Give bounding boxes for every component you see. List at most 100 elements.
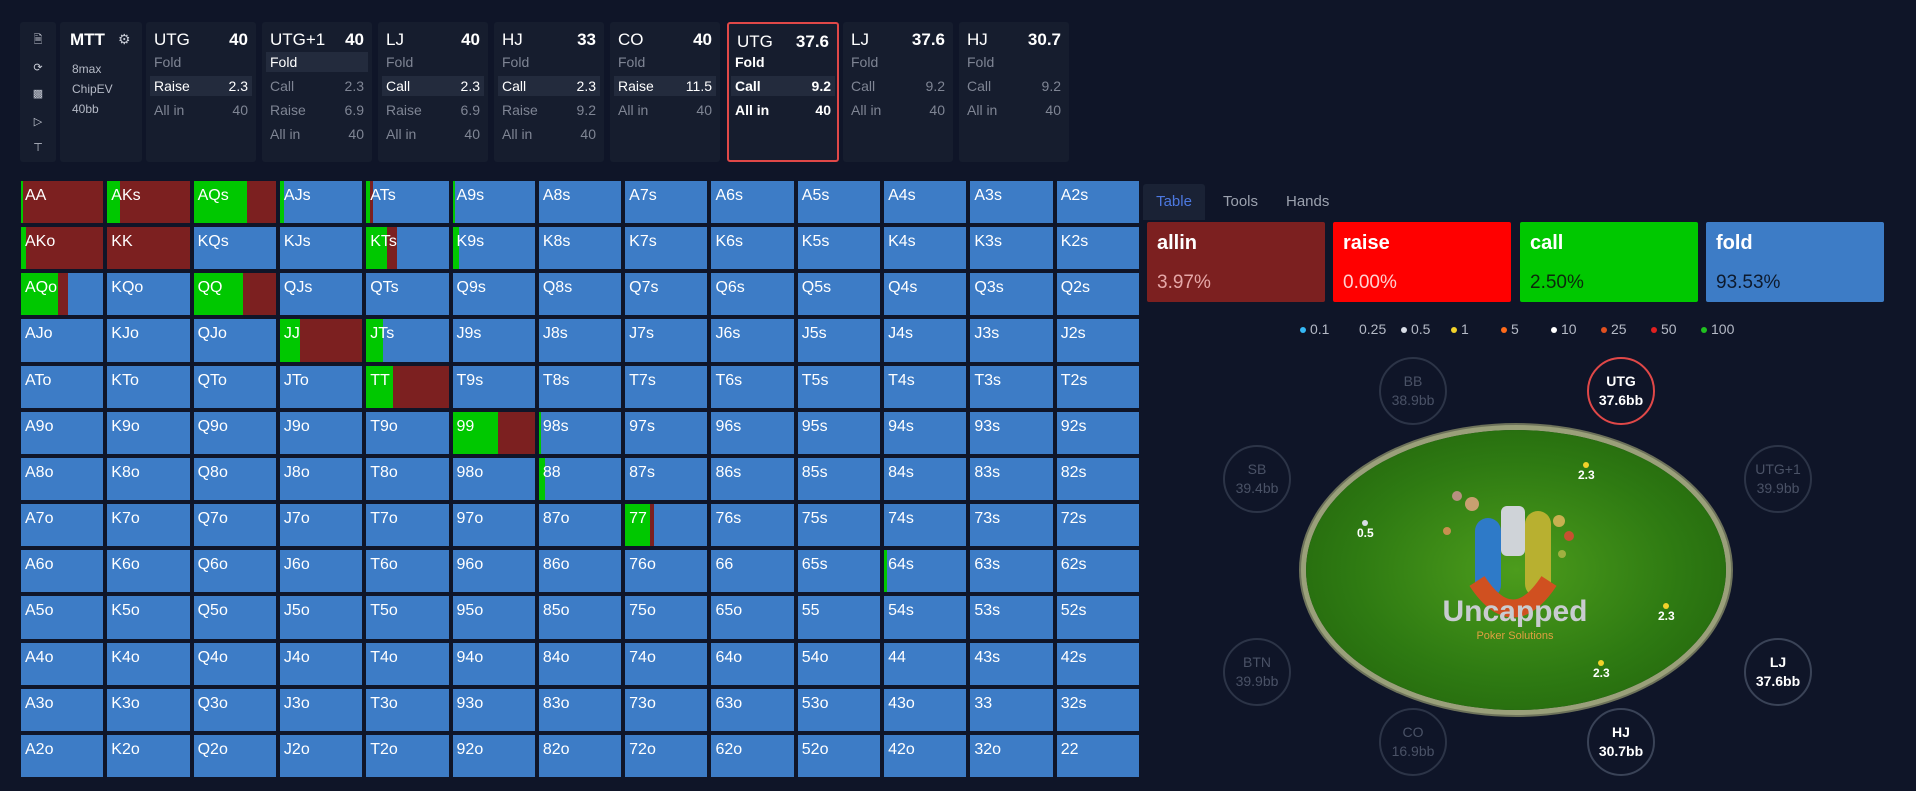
action-option[interactable]: All in 40 [963,100,1065,120]
save-icon[interactable]: ▩ [30,86,46,102]
hand-cell-Q4o[interactable]: Q4o [193,642,276,685]
action-option[interactable]: All in 40 [731,100,835,120]
hand-cell-62s[interactable]: 62s [1056,550,1139,593]
hand-cell-A8o[interactable]: A8o [21,457,104,501]
position-card-co[interactable]: CO 40 Fold Raise 11.5 All in 40 [610,22,720,162]
action-option[interactable]: All in 40 [498,124,600,144]
action-option[interactable]: Raise 6.9 [382,100,484,120]
hand-cell-K6s[interactable]: K6s [711,227,794,270]
hand-cell-T4s[interactable]: T4s [884,365,967,408]
hand-cell-96o[interactable]: 96o [452,550,535,593]
hand-cell-53s[interactable]: 53s [970,596,1053,639]
hand-cell-54s[interactable]: 54s [884,596,967,639]
hand-cell-K7o[interactable]: K7o [107,504,190,547]
hand-cell-76o[interactable]: 76o [625,550,708,593]
hand-cell-76s[interactable]: 76s [711,504,794,547]
action-option[interactable]: All in 40 [266,124,368,144]
hand-cell-22[interactable]: 22 [1056,734,1139,777]
hand-cell-QJo[interactable]: QJo [193,319,276,362]
action-option[interactable]: All in 40 [614,100,716,120]
hand-cell-84o[interactable]: 84o [538,642,622,685]
hand-cell-K5s[interactable]: K5s [797,227,881,270]
hand-cell-Q2s[interactable]: Q2s [1056,273,1139,316]
position-card-lj[interactable]: LJ 40 Fold Call 2.3 Raise 6.9 All in 40 [378,22,488,162]
hand-cell-Q8s[interactable]: Q8s [538,273,622,316]
hand-cell-ATs[interactable]: ATs [366,181,449,224]
hand-cell-K9o[interactable]: K9o [107,411,190,454]
hand-cell-A4o[interactable]: A4o [21,642,104,685]
hand-cell-32o[interactable]: 32o [970,734,1053,777]
hand-cell-AQs[interactable]: AQs [193,181,276,224]
hand-cell-96s[interactable]: 96s [711,411,794,454]
hand-cell-84s[interactable]: 84s [884,457,967,501]
hand-cell-QTo[interactable]: QTo [193,365,276,408]
hand-cell-J2o[interactable]: J2o [279,734,363,777]
hand-cell-Q2o[interactable]: Q2o [193,734,276,777]
hand-cell-K7s[interactable]: K7s [625,227,708,270]
hand-cell-Q6o[interactable]: Q6o [193,550,276,593]
hand-cell-52s[interactable]: 52s [1056,596,1139,639]
hand-cell-K5o[interactable]: K5o [107,596,190,639]
seat-btn[interactable]: BTN 39.9bb [1223,638,1291,706]
hand-cell-98o[interactable]: 98o [452,457,535,501]
hand-cell-KTs[interactable]: KTs [366,227,449,270]
hand-cell-KJo[interactable]: KJo [107,319,190,362]
hand-cell-88[interactable]: 88 [538,457,622,501]
hand-cell-Q6s[interactable]: Q6s [711,273,794,316]
hand-cell-J9o[interactable]: J9o [279,411,363,454]
position-card-utg[interactable]: UTG 40 Fold Raise 2.3 All in 40 [146,22,256,162]
hand-cell-Q4s[interactable]: Q4s [884,273,967,316]
hand-cell-83o[interactable]: 83o [538,688,622,731]
hand-cell-T4o[interactable]: T4o [366,642,449,685]
hand-cell-T5s[interactable]: T5s [797,365,881,408]
hand-cell-92s[interactable]: 92s [1056,411,1139,454]
hand-cell-A3s[interactable]: A3s [970,181,1053,224]
position-card-hj[interactable]: HJ 33 Fold Call 2.3 Raise 9.2 All in 40 [494,22,604,162]
hand-cell-83s[interactable]: 83s [970,457,1053,501]
action-option[interactable]: Call 2.3 [382,76,484,96]
hand-cell-42o[interactable]: 42o [884,734,967,777]
position-card-hj2[interactable]: HJ 30.7 Fold Call 9.2 All in 40 [959,22,1069,162]
hand-cell-KQo[interactable]: KQo [107,273,190,316]
hand-cell-K9s[interactable]: K9s [452,227,535,270]
hand-cell-TT[interactable]: TT [366,365,449,408]
hand-cell-T9s[interactable]: T9s [452,365,535,408]
hand-cell-99[interactable]: 99 [452,411,535,454]
text-cursor-icon[interactable]: ⊤ [30,140,46,156]
hand-cell-75s[interactable]: 75s [797,504,881,547]
hand-cell-ATo[interactable]: ATo [21,365,104,408]
action-option[interactable]: Raise 9.2 [498,100,600,120]
action-option[interactable]: All in 40 [847,100,949,120]
hand-cell-85o[interactable]: 85o [538,596,622,639]
hand-cell-J8s[interactable]: J8s [538,319,622,362]
hand-cell-AJs[interactable]: AJs [279,181,363,224]
hand-cell-T3o[interactable]: T3o [366,688,449,731]
hand-cell-54o[interactable]: 54o [797,642,881,685]
hand-cell-J3o[interactable]: J3o [279,688,363,731]
action-option[interactable]: Call 2.3 [498,76,600,96]
hand-cell-A2o[interactable]: A2o [21,734,104,777]
hand-cell-A9s[interactable]: A9s [452,181,535,224]
hand-cell-95s[interactable]: 95s [797,411,881,454]
hand-cell-A7s[interactable]: A7s [625,181,708,224]
hand-cell-J6s[interactable]: J6s [711,319,794,362]
hand-cell-J4s[interactable]: J4s [884,319,967,362]
hand-cell-QQ[interactable]: QQ [193,273,276,316]
hand-cell-K2o[interactable]: K2o [107,734,190,777]
hand-cell-Q3o[interactable]: Q3o [193,688,276,731]
hand-cell-98s[interactable]: 98s [538,411,622,454]
hand-cell-A6o[interactable]: A6o [21,550,104,593]
hand-cell-T5o[interactable]: T5o [366,596,449,639]
file-icon[interactable]: 🗎 [30,32,46,48]
hand-cell-93o[interactable]: 93o [452,688,535,731]
hand-cell-64o[interactable]: 64o [711,642,794,685]
hand-cell-A5s[interactable]: A5s [797,181,881,224]
hand-cell-Q3s[interactable]: Q3s [970,273,1053,316]
action-summary-fold[interactable]: fold 93.53% [1706,222,1884,302]
hand-cell-KK[interactable]: KK [107,227,190,270]
hand-cell-J5o[interactable]: J5o [279,596,363,639]
hand-cell-J8o[interactable]: J8o [279,457,363,501]
hand-cell-J6o[interactable]: J6o [279,550,363,593]
hand-cell-33[interactable]: 33 [970,688,1053,731]
hand-cell-77[interactable]: 77 [625,504,708,547]
